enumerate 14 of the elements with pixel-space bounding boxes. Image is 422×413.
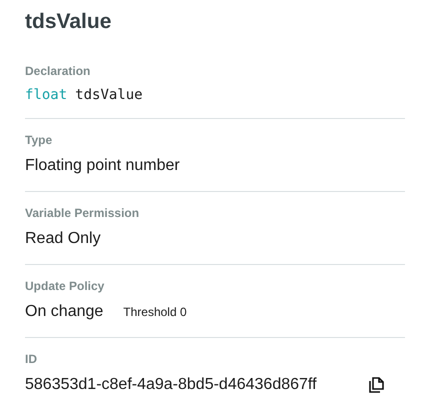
field-label: Declaration [25, 63, 92, 79]
variable-name: tdsValue [75, 87, 143, 103]
field-value: Floating point number [25, 156, 181, 176]
field-value: On change [25, 302, 104, 322]
variable-title: tdsValue [25, 10, 112, 34]
field-label: ID [25, 351, 38, 367]
copy-icon[interactable] [368, 376, 386, 394]
field-label: Update Policy [25, 278, 106, 294]
type-keyword: float [25, 87, 68, 103]
field-label: Variable Permission [25, 205, 140, 221]
field-value: 586353d1-c8ef-4a9a-8bd5-d46436d867ff [25, 375, 318, 395]
field-value: Read Only [25, 229, 102, 249]
threshold-note: Threshold 0 [123, 304, 187, 321]
field-label: Type [25, 132, 54, 148]
